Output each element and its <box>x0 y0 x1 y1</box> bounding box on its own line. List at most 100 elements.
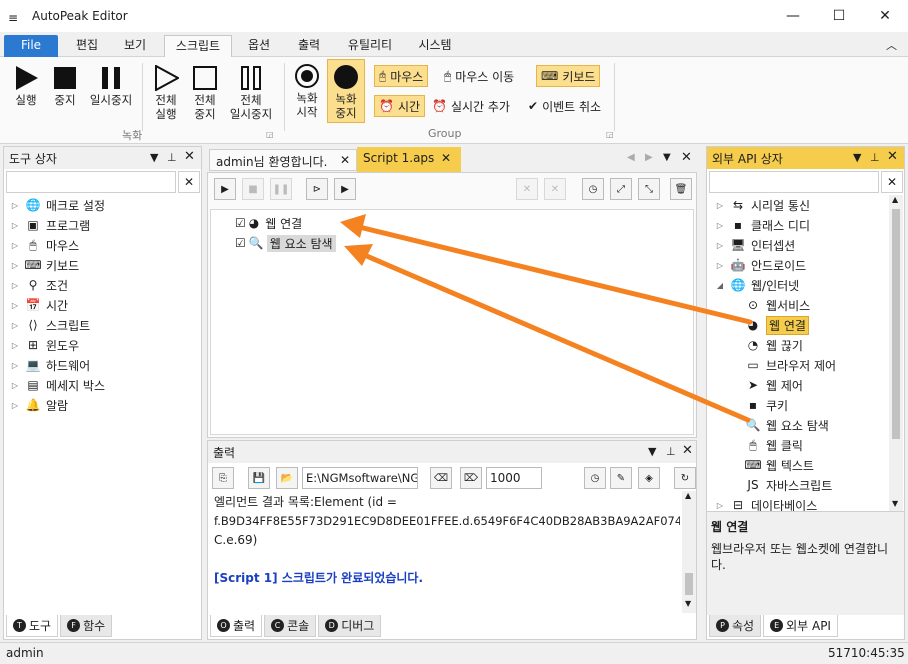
expand-icon[interactable]: ▷ <box>10 401 20 410</box>
expand-icon[interactable]: ▷ <box>10 321 20 330</box>
tree-item-condition[interactable]: ▷ ⚲ 조건 <box>10 275 105 295</box>
scroll-right-icon[interactable]: ▶ <box>645 152 653 163</box>
checkbox-checked-icon[interactable]: ☑ <box>235 236 246 250</box>
api-item-web-text[interactable]: ⌨ 웹 텍스트 <box>715 455 887 475</box>
open-folder-button[interactable]: 📂 <box>276 467 298 489</box>
api-item-web-control[interactable]: ➤ 웹 제어 <box>715 375 887 395</box>
toolbox-search-input[interactable] <box>6 171 176 193</box>
refresh-button[interactable]: ↻ <box>674 467 696 489</box>
keyboard-toggle[interactable]: ⌨ 키보드 <box>536 65 601 87</box>
api-item-database[interactable]: ▷ ⊟ 데이타베이스 <box>715 495 887 511</box>
api-item-web-service[interactable]: ⊙ 웹서비스 <box>715 295 887 315</box>
api-item-class-dd[interactable]: ▷ ▪ 클래스 디디 <box>715 215 887 235</box>
eraser-button[interactable]: ⌦ <box>460 467 482 489</box>
log-path-field[interactable]: E:\NGMsoftware\NG <box>302 467 418 489</box>
expand-icon[interactable]: ▷ <box>10 281 20 290</box>
clear-search-icon[interactable]: ✕ <box>178 171 200 193</box>
close-icon[interactable]: ✕ <box>681 150 692 165</box>
cancel-event-button[interactable]: ✔ 이벤트 취소 <box>524 95 605 117</box>
tab-welcome[interactable]: admin님 환영합니다. ✕ <box>209 149 357 171</box>
tree-item-message-box[interactable]: ▷ ▤ 메세지 박스 <box>10 375 105 395</box>
scroll-down-icon[interactable]: ▼ <box>892 499 898 508</box>
menu-edit[interactable]: 편집 <box>64 35 110 57</box>
close-icon[interactable]: ✕ <box>184 149 195 164</box>
pause-button[interactable]: 일시중지 <box>84 63 138 107</box>
script-item-web-find[interactable]: ☑ 🔍 웹 요소 탐색 <box>235 234 336 252</box>
expand-icon[interactable]: ▷ <box>10 241 20 250</box>
dropdown-icon[interactable]: ▼ <box>648 445 656 458</box>
run-to-button[interactable]: ▶ <box>334 178 356 200</box>
delete-item-button[interactable]: ✕ <box>516 178 538 200</box>
scrollbar-thumb[interactable] <box>685 573 693 595</box>
script-item-web-connect[interactable]: ☑ ◕ 웹 연결 <box>235 214 305 232</box>
tab-console[interactable]: C 콘솔 <box>264 615 317 637</box>
export-button[interactable]: ⎘ <box>212 467 234 489</box>
dropdown-icon[interactable]: ▼ <box>663 152 671 163</box>
collapse-ribbon-icon[interactable]: ︿ <box>886 37 897 53</box>
dialog-launcher-icon[interactable]: ◲ <box>606 130 614 139</box>
delete-all-button[interactable]: ✕ <box>544 178 566 200</box>
tree-item-time[interactable]: ▷ 📅 시간 <box>10 295 105 315</box>
time-toggle[interactable]: ⏰ 시간 <box>374 95 426 117</box>
close-icon[interactable]: ✕ <box>887 149 898 164</box>
menu-output[interactable]: 출력 <box>288 35 330 57</box>
close-icon[interactable]: ✕ <box>441 151 451 165</box>
record-start-button[interactable]: 녹화 시작 <box>288 61 326 119</box>
tree-item-macro-settings[interactable]: ▷ 🌐 매크로 설정 <box>10 195 105 215</box>
menu-utility[interactable]: 유틸리티 <box>338 35 402 57</box>
maximize-button[interactable]: ☐ <box>816 0 862 32</box>
tree-item-mouse[interactable]: ▷ 🖱 마우스 <box>10 235 105 255</box>
history-button[interactable]: ◷ <box>582 178 604 200</box>
expand-icon[interactable]: ▷ <box>715 201 725 210</box>
tab-external-api[interactable]: E 외부 API <box>763 615 838 637</box>
fill-button[interactable]: ◈ <box>638 467 660 489</box>
expand-icon[interactable]: ▷ <box>10 261 20 270</box>
scroll-up-icon[interactable]: ▲ <box>892 195 898 204</box>
run-button[interactable]: 실행 <box>6 63 46 107</box>
collapse-icon[interactable]: ◢ <box>715 281 725 290</box>
api-item-android[interactable]: ▷ 🤖 안드로이드 <box>715 255 887 275</box>
menu-view[interactable]: 보기 <box>114 35 156 57</box>
checkbox-checked-icon[interactable]: ☑ <box>235 216 246 230</box>
tree-item-alarm[interactable]: ▷ 🔔 알람 <box>10 395 105 415</box>
tree-item-window[interactable]: ▷ ⊞ 윈도우 <box>10 335 105 355</box>
brush-button[interactable]: ✎ <box>610 467 632 489</box>
api-item-cookie[interactable]: ▪ 쿠키 <box>715 395 887 415</box>
tab-script1[interactable]: Script 1.aps ✕ <box>357 147 461 172</box>
clean-button[interactable]: ⌫ <box>430 467 452 489</box>
pin-icon[interactable]: ⊥ <box>870 151 880 164</box>
menu-file[interactable]: File <box>4 35 58 57</box>
scroll-up-icon[interactable]: ▲ <box>685 491 691 500</box>
api-item-serial[interactable]: ▷ ⇆ 시리얼 통신 <box>715 195 887 215</box>
output-scrollbar[interactable]: ▲ ▼ <box>682 491 696 613</box>
pin-icon[interactable]: ⊥ <box>167 151 177 164</box>
step-button[interactable]: ⊳ <box>306 178 328 200</box>
mouse-move-toggle[interactable]: 🖱 마우스 이동 <box>440 65 518 87</box>
expand-icon[interactable]: ▷ <box>10 201 20 210</box>
expand-icon[interactable]: ▷ <box>715 261 725 270</box>
minimize-button[interactable]: — <box>770 0 816 32</box>
app-menu-icon[interactable]: ≡ <box>8 11 18 25</box>
line-count-field[interactable]: 1000 <box>486 467 542 489</box>
expand-icon[interactable]: ▷ <box>715 501 725 510</box>
menu-script[interactable]: 스크립트 <box>164 35 232 57</box>
dialog-launcher-icon[interactable]: ◲ <box>266 130 274 139</box>
api-item-interception[interactable]: ▷ 🖥 인터셉션 <box>715 235 887 255</box>
stop-button[interactable]: 중지 <box>46 63 84 107</box>
api-scrollbar[interactable]: ▲ ▼ <box>889 195 903 511</box>
trash-button[interactable]: 🗑 <box>670 178 692 200</box>
pin-icon[interactable]: ⊥ <box>666 445 676 458</box>
pause-all-button[interactable]: 전체 일시중지 <box>224 63 278 121</box>
collapse-all-button[interactable]: ⤡ <box>638 178 660 200</box>
scroll-down-icon[interactable]: ▼ <box>685 599 691 608</box>
record-stop-button[interactable]: 녹화 중지 <box>327 59 365 123</box>
timestamp-button[interactable]: ◷ <box>584 467 606 489</box>
expand-icon[interactable]: ▷ <box>10 361 20 370</box>
dropdown-icon[interactable]: ▼ <box>853 151 861 164</box>
save-button[interactable]: 💾 <box>248 467 270 489</box>
expand-icon[interactable]: ▷ <box>715 221 725 230</box>
pause-script-button[interactable]: ❚❚ <box>270 178 292 200</box>
tab-functions[interactable]: F 함수 <box>60 615 113 637</box>
menu-options[interactable]: 옵션 <box>238 35 280 57</box>
api-item-web-find[interactable]: 🔍 웹 요소 탐색 <box>715 415 887 435</box>
